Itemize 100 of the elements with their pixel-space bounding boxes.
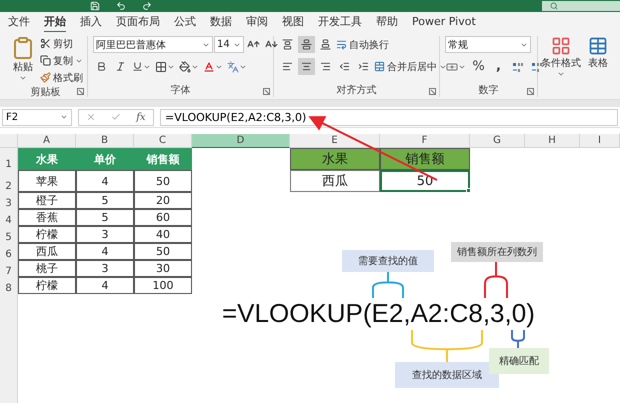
bold-icon [96, 61, 107, 72]
dialog-launcher-icon[interactable] [77, 88, 84, 95]
vertical-align-icon [320, 39, 331, 50]
ribbon-tab[interactable]: 文件 [8, 12, 30, 32]
table-icon [588, 36, 608, 56]
table-cell: 橙子 [18, 192, 76, 209]
search-field[interactable] [542, 1, 620, 11]
grid-icon [551, 36, 571, 56]
ribbon-tab[interactable]: 插入 [80, 12, 102, 32]
column-header[interactable]: G [470, 134, 525, 148]
insert-function-button[interactable]: fx [136, 112, 146, 122]
borders-icon [155, 60, 167, 72]
table-cell: 柠檬 [18, 277, 76, 294]
ribbon-tab[interactable]: 开发工具 [318, 12, 362, 32]
row-header[interactable]: 8 [0, 277, 18, 294]
row-header[interactable]: 1 [0, 148, 18, 170]
table-cell: 3 [76, 260, 134, 277]
underline-icon [132, 61, 143, 72]
name-box[interactable]: F2 [2, 108, 72, 126]
format-painter-button[interactable]: 格式刷 [40, 70, 83, 85]
table-cell: 50 [134, 170, 192, 192]
font-name-field[interactable]: 阿里巴巴普惠体 [93, 36, 213, 53]
row-header[interactable]: 7 [0, 260, 18, 277]
table-cell: 4 [76, 243, 134, 260]
font-size-field[interactable]: 14 [214, 36, 244, 53]
ribbon-tab[interactable]: 页面布局 [116, 12, 160, 32]
column-header[interactable]: H [525, 134, 580, 148]
comma-style-button[interactable]: , [490, 58, 507, 75]
copy-button[interactable]: 复制 [40, 53, 83, 68]
table-format-button[interactable]: 表格 [586, 36, 610, 97]
table-cell: 100 [134, 277, 192, 294]
ribbon-tab[interactable]: Power Pivot [412, 12, 476, 32]
text-align-icon [301, 61, 312, 72]
callout-label: 销售额所在列数列 [451, 242, 543, 262]
paintbrush-icon [40, 72, 51, 83]
caret-icon [557, 70, 565, 78]
cut-button[interactable]: 剪切 [40, 36, 83, 51]
group-label: 数字 [478, 84, 500, 97]
paint-bucket-icon [179, 60, 191, 72]
merge-center-button[interactable]: 合并后居中 [374, 59, 447, 74]
ribbon-tab[interactable]: 公式 [174, 12, 196, 32]
increase-indent-icon [358, 61, 369, 72]
callout-label: 查找的数据区域 [395, 362, 499, 388]
vertical-align-icon [301, 39, 312, 50]
vertical-align-button[interactable] [298, 36, 315, 53]
column-header[interactable]: I [580, 134, 620, 148]
table-cell: 20 [134, 192, 192, 209]
dialog-launcher-icon[interactable] [263, 88, 270, 95]
ribbon-tab[interactable]: 视图 [282, 12, 304, 32]
caret-icon [19, 74, 27, 82]
table-cell: 4 [76, 170, 134, 192]
table-cell: 桃子 [18, 260, 76, 277]
column-header[interactable]: D [192, 134, 290, 148]
paste-button[interactable]: 粘贴 [9, 36, 37, 85]
group-label: 剪贴板 [30, 86, 62, 99]
conditional-format-button[interactable]: 条件格式 [539, 36, 583, 97]
ribbon-tab[interactable]: 帮助 [376, 12, 398, 32]
table-cell: 香蕉 [18, 209, 76, 226]
dialog-launcher-icon[interactable] [527, 88, 534, 95]
horizontal-align-button[interactable] [298, 58, 315, 75]
vertical-align-icon [282, 39, 293, 50]
ribbon-tab[interactable]: 数据 [210, 12, 232, 32]
row-header[interactable]: 2 [0, 170, 18, 192]
table-cell: 5 [76, 209, 134, 226]
row-header[interactable]: 4 [0, 209, 18, 226]
fill-handle[interactable] [466, 188, 471, 193]
column-header[interactable]: A [18, 134, 76, 148]
banknote-icon [446, 60, 458, 72]
formula-field[interactable]: =VLOOKUP(E2,A2:C8,3,0) [160, 108, 618, 126]
table-cell: 4 [76, 277, 134, 294]
dialog-launcher-icon[interactable] [429, 88, 436, 95]
save-icon[interactable] [90, 1, 100, 11]
table-cell: 30 [134, 260, 192, 277]
callout-label: 需要查找的值 [342, 250, 434, 272]
group-label: 对齐方式 [336, 84, 378, 97]
formula-text: =VLOOKUP(E2,A2:C8,3,0) [222, 298, 535, 328]
column-heading: 单价 [76, 148, 134, 170]
percent-button[interactable]: % [470, 58, 487, 75]
italic-icon [115, 61, 126, 72]
row-header[interactable]: 3 [0, 192, 18, 209]
column-header[interactable]: F [380, 134, 470, 148]
column-heading: 销售额 [380, 148, 470, 170]
row-header[interactable]: 6 [0, 243, 18, 260]
redo-icon[interactable] [142, 1, 152, 11]
undo-icon[interactable] [116, 1, 126, 11]
text-align-icon [320, 61, 331, 72]
number-format-field[interactable]: 常规 [445, 36, 531, 53]
column-header[interactable]: C [134, 134, 192, 148]
row-header[interactable]: 5 [0, 226, 18, 243]
ribbon-tab[interactable]: 审阅 [246, 12, 268, 32]
column-header[interactable]: B [76, 134, 134, 148]
caret-icon [60, 113, 68, 121]
wrap-text-button[interactable]: 自动换行 [336, 37, 389, 52]
table-cell: 西瓜 [290, 170, 380, 192]
column-heading: 水果 [290, 148, 380, 170]
phonetic-icon [227, 60, 239, 72]
column-header[interactable]: E [290, 134, 380, 148]
merge-icon [374, 61, 385, 72]
callout-label: 精确匹配 [489, 348, 549, 374]
font-color-icon [203, 60, 215, 72]
